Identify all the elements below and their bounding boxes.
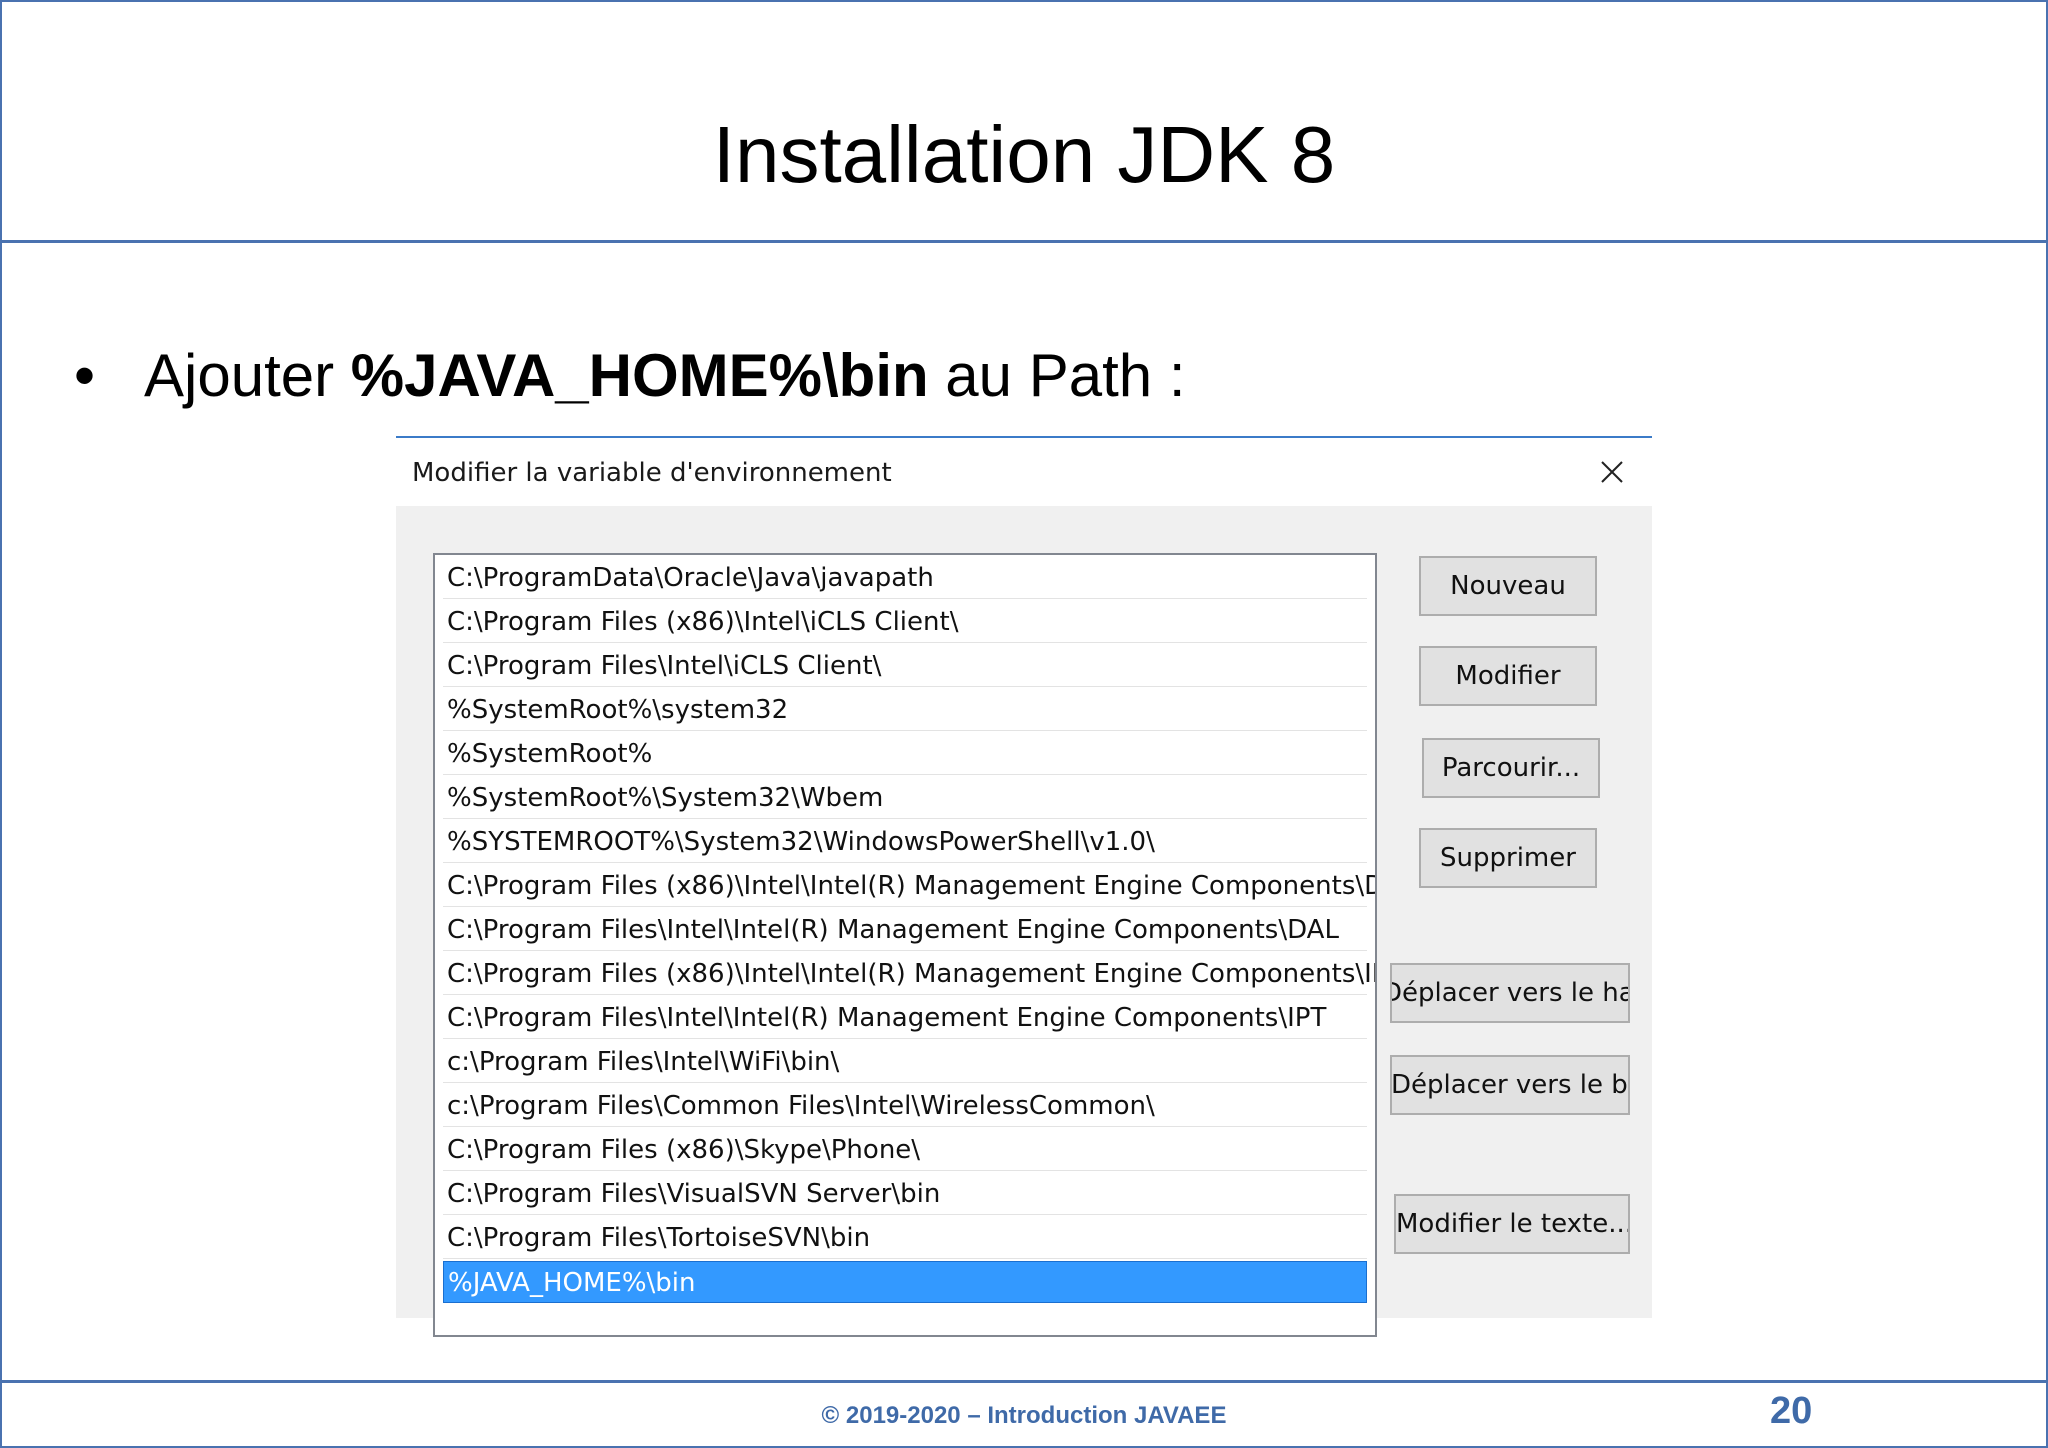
path-list-item[interactable]: C:\Program Files\Intel\Intel(R) Manageme…	[443, 909, 1367, 951]
path-list-item[interactable]: c:\Program Files\Intel\WiFi\bin\	[443, 1041, 1367, 1083]
footer-rule	[2, 1380, 2046, 1383]
move-down-button-label: Déplacer vers le bas	[1391, 1070, 1628, 1100]
edit-button-label: Modifier	[1455, 661, 1561, 691]
path-list-item[interactable]: C:\Program Files\Intel\Intel(R) Manageme…	[443, 997, 1367, 1039]
move-down-button[interactable]: Déplacer vers le bas	[1390, 1055, 1630, 1115]
path-list-item[interactable]: C:\Program Files\VisualSVN Server\bin	[443, 1173, 1367, 1215]
dialog-titlebar: Modifier la variable d'environnement	[396, 438, 1652, 506]
close-icon[interactable]	[1590, 450, 1634, 494]
path-list-item[interactable]: %JAVA_HOME%\bin	[443, 1261, 1367, 1303]
browse-button[interactable]: Parcourir...	[1422, 738, 1600, 798]
path-list-item[interactable]: C:\Program Files\TortoiseSVN\bin	[443, 1217, 1367, 1259]
path-list-item[interactable]: C:\Program Files (x86)\Intel\Intel(R) Ma…	[443, 865, 1375, 907]
browse-button-label: Parcourir...	[1441, 753, 1581, 783]
dialog-title: Modifier la variable d'environnement	[412, 458, 892, 488]
path-list-item[interactable]: C:\Program Files (x86)\Intel\iCLS Client…	[443, 601, 1367, 643]
path-list-item[interactable]: %SystemRoot%\System32\Wbem	[443, 777, 1367, 819]
bullet-prefix: Ajouter	[144, 342, 351, 409]
path-list-item[interactable]: c:\Program Files\Common Files\Intel\Wire…	[443, 1085, 1367, 1127]
edit-button[interactable]: Modifier	[1419, 646, 1597, 706]
path-list-item[interactable]: C:\Program Files (x86)\Intel\Intel(R) Ma…	[443, 953, 1375, 995]
path-list-item[interactable]: %SystemRoot%\system32	[443, 689, 1367, 731]
bullet-marker: •	[74, 342, 96, 409]
footer-text: © 2019-2020 – Introduction JAVAEE	[821, 1402, 1227, 1429]
delete-button-label: Supprimer	[1440, 843, 1576, 873]
path-list-item[interactable]: %SystemRoot%	[443, 733, 1367, 775]
delete-button[interactable]: Supprimer	[1419, 828, 1597, 888]
bullet-suffix: au Path :	[928, 342, 1186, 409]
move-up-button[interactable]: Déplacer vers le haut	[1390, 963, 1630, 1023]
edit-text-button-label: Modifier le texte...	[1396, 1209, 1630, 1239]
path-list[interactable]: C:\ProgramData\Oracle\Java\javapath C:\Pr…	[433, 553, 1377, 1337]
path-list-item[interactable]: C:\ProgramData\Oracle\Java\javapath	[443, 557, 1367, 599]
path-list-item[interactable]: C:\Program Files\Intel\iCLS Client\	[443, 645, 1367, 687]
slide-title: Installation JDK 8	[712, 110, 1336, 199]
move-up-button-label: Déplacer vers le haut	[1390, 978, 1628, 1008]
edit-text-button[interactable]: Modifier le texte...	[1394, 1194, 1630, 1254]
new-button[interactable]: Nouveau	[1419, 556, 1597, 616]
environment-variable-dialog: Modifier la variable d'environnement C:\…	[396, 436, 1652, 1337]
bullet-item: • Ajouter %JAVA_HOME%\bin au Path :	[74, 340, 1186, 412]
bullet-bold-text: %JAVA_HOME%\bin	[350, 342, 929, 409]
path-list-item[interactable]: %SYSTEMROOT%\System32\WindowsPowerShell\…	[443, 821, 1367, 863]
new-button-label: Nouveau	[1450, 571, 1566, 601]
path-list-item[interactable]: C:\Program Files (x86)\Skype\Phone\	[443, 1129, 1367, 1171]
page-number: 20	[1770, 1390, 1813, 1432]
